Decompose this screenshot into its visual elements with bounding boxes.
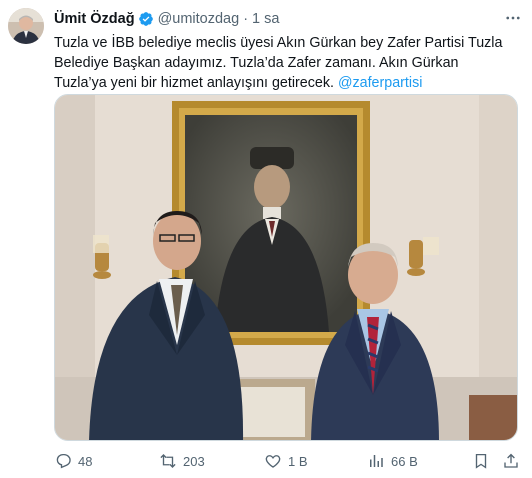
more-icon — [506, 16, 520, 20]
views-count: 66 B — [391, 453, 418, 469]
more-button[interactable] — [502, 8, 524, 28]
reply-button[interactable]: 48 — [54, 448, 92, 474]
repost-button[interactable]: 203 — [159, 448, 205, 474]
tweet-body: Tuzla ve İBB belediye meclis üyesi Akın … — [54, 35, 503, 91]
repost-icon — [160, 454, 176, 468]
separator-dot: · — [243, 11, 249, 27]
share-icon — [504, 453, 518, 468]
timestamp[interactable]: 1 sa — [252, 11, 279, 27]
author-handle[interactable]: @umitozdag — [158, 11, 240, 27]
author-name[interactable]: Ümit Özdağ — [54, 11, 135, 27]
like-count: 1 B — [288, 453, 308, 469]
tweet-actions: 48 203 1 B 66 B — [54, 448, 524, 474]
tweet-header: Ümit Özdağ @umitozdag · 1 sa — [54, 9, 279, 29]
photo-image — [55, 95, 517, 440]
bookmark-button[interactable] — [472, 448, 496, 474]
like-button[interactable]: 1 B — [264, 448, 308, 474]
tweet-photo[interactable] — [54, 94, 518, 441]
views-button[interactable]: 66 B — [367, 448, 418, 474]
share-button[interactable] — [502, 448, 526, 474]
tweet-card[interactable]: Ümit Özdağ @umitozdag · 1 sa Tuzla ve İB… — [0, 0, 532, 478]
bookmark-icon — [475, 453, 487, 469]
reply-count: 48 — [78, 453, 93, 469]
mention-link[interactable]: @zaferpartisi — [338, 75, 422, 91]
repost-count: 203 — [183, 453, 205, 469]
views-icon — [370, 455, 383, 467]
heart-icon — [265, 455, 281, 468]
avatar-image — [8, 8, 44, 44]
reply-icon — [56, 453, 71, 469]
tweet-text: Tuzla ve İBB belediye meclis üyesi Akın … — [54, 33, 514, 93]
verified-badge-icon — [138, 11, 154, 27]
avatar[interactable] — [8, 8, 44, 44]
